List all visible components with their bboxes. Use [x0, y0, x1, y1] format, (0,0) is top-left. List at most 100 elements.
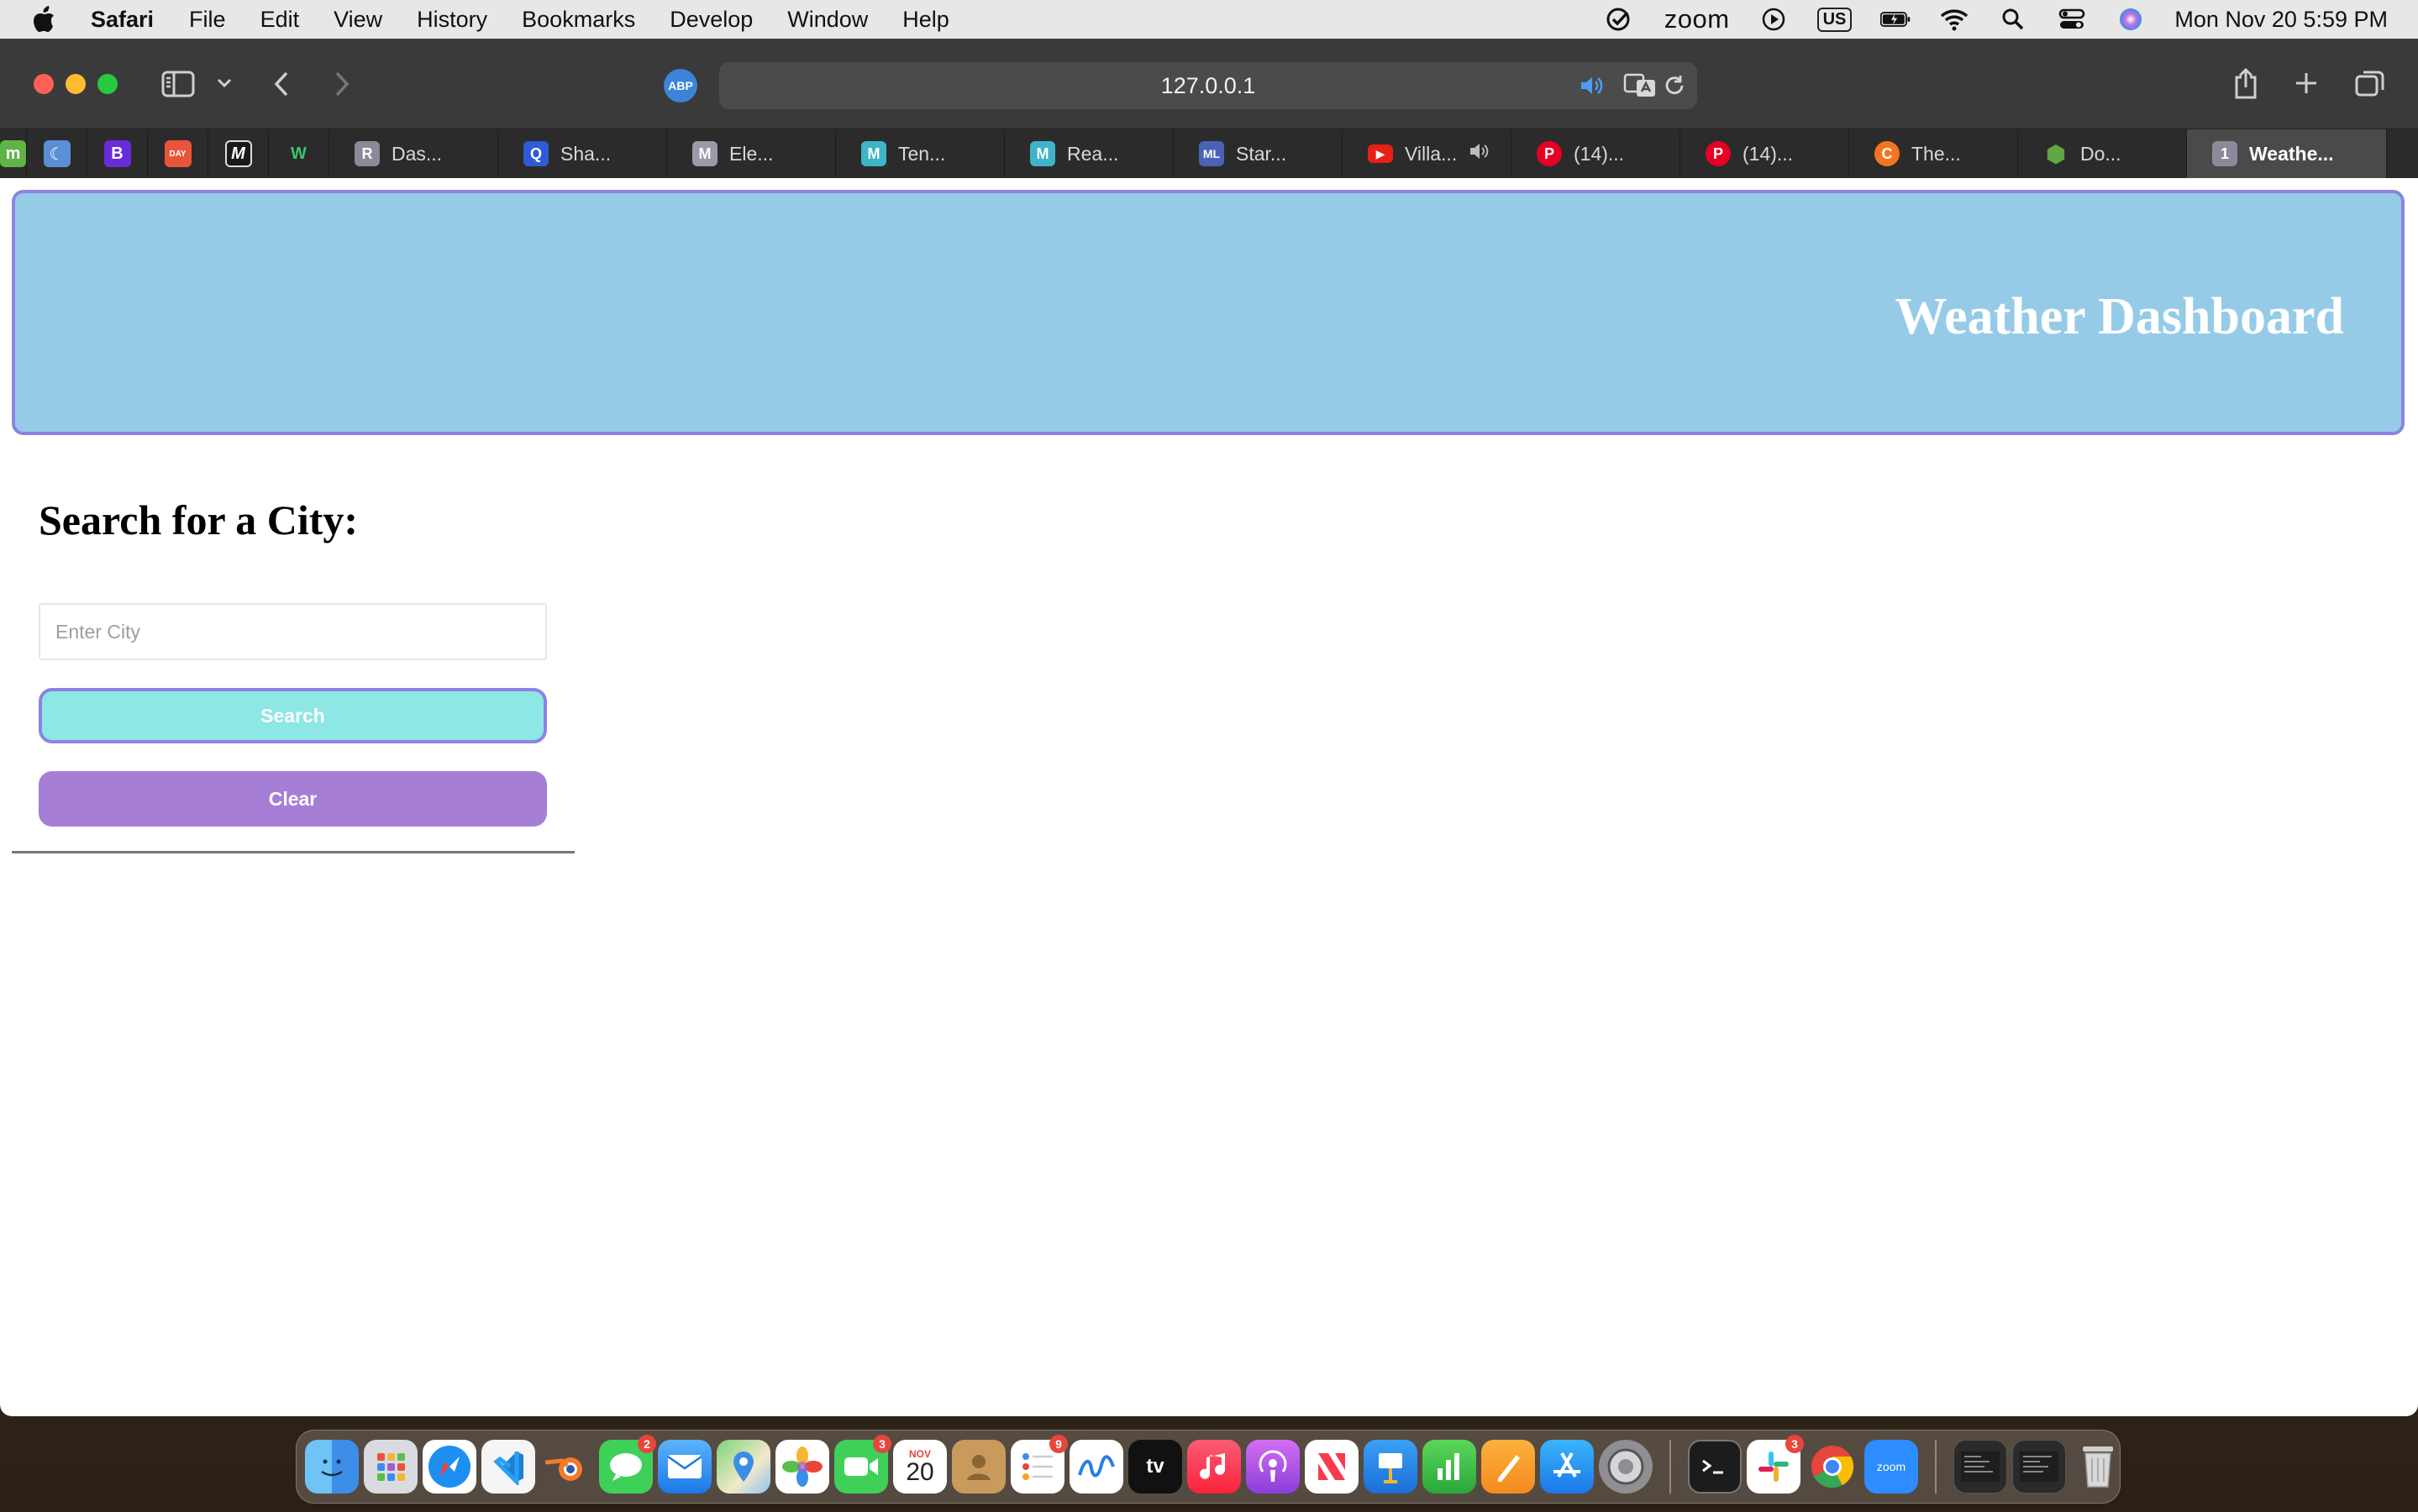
forward-chevron-icon[interactable] [329, 69, 355, 99]
music-icon[interactable] [1187, 1440, 1241, 1494]
search-button[interactable]: Search [39, 688, 547, 743]
tab-favicon-icon: ML [1199, 141, 1224, 166]
city-search-input[interactable] [39, 603, 547, 660]
translate-icon[interactable] [1623, 72, 1657, 99]
browser-tab[interactable]: P (14)... [1511, 129, 1680, 178]
menubar-status-area: zoom US Mon Nov 20 5:59 PM [1606, 0, 2388, 39]
browser-tab[interactable]: M Ele... [667, 129, 836, 178]
menu-edit[interactable]: Edit [260, 7, 300, 33]
maps-icon[interactable] [717, 1440, 770, 1494]
tab-title: Das... [392, 142, 443, 165]
checkmark-badge-icon[interactable] [1606, 7, 1636, 32]
menu-history[interactable]: History [417, 7, 487, 33]
wifi-icon[interactable] [1939, 7, 1969, 32]
tab-group-chevron-down-icon[interactable] [215, 74, 234, 92]
photos-icon[interactable] [775, 1440, 829, 1494]
address-bar[interactable]: 127.0.0.1 [719, 62, 1697, 109]
control-center-icon[interactable] [2057, 7, 2087, 32]
messages-icon[interactable]: 2 [599, 1435, 656, 1494]
clear-button[interactable]: Clear [39, 771, 547, 827]
browser-tab[interactable]: ▶ Villa... [1343, 129, 1511, 178]
window-fullscreen-button[interactable] [97, 74, 118, 94]
browser-tab[interactable]: C The... [1849, 129, 2018, 178]
apple-tv-icon[interactable]: tv [1128, 1440, 1182, 1494]
new-tab-plus-icon[interactable] [2292, 69, 2321, 97]
pinned-tab-6[interactable]: W [269, 129, 329, 178]
browser-toolbar: ABP 127.0.0.1 [0, 39, 2418, 129]
mail-icon[interactable] [658, 1440, 712, 1494]
adblock-plus-icon[interactable]: ABP [664, 69, 697, 102]
vscode-icon[interactable] [481, 1440, 535, 1494]
podcasts-icon[interactable] [1246, 1440, 1300, 1494]
numbers-icon[interactable] [1422, 1440, 1476, 1494]
pinned-tab-2[interactable]: ☾ [27, 129, 87, 178]
trash-icon[interactable] [2071, 1440, 2125, 1494]
tab-overview-icon[interactable] [2354, 67, 2386, 99]
browser-tab[interactable]: P (14)... [1680, 129, 1849, 178]
browser-tab[interactable]: ⬢ Do... [2018, 129, 2187, 178]
browser-tab[interactable]: M Rea... [1005, 129, 1174, 178]
news-icon[interactable] [1305, 1440, 1359, 1494]
pinned-tab-4[interactable]: DAY [148, 129, 208, 178]
tab-favicon-icon: M [1030, 141, 1055, 166]
menu-develop[interactable]: Develop [670, 7, 753, 33]
calendar-icon[interactable]: NOV 20 [893, 1440, 947, 1494]
page-header: Weather Dashboard [12, 190, 2405, 435]
apple-logo-icon[interactable] [32, 6, 55, 33]
input-source-indicator[interactable]: US [1816, 7, 1853, 32]
youtube-favicon-icon: ▶ [1368, 144, 1393, 163]
menu-help[interactable]: Help [902, 7, 949, 33]
tab-title: Ten... [898, 142, 946, 165]
browser-tab[interactable]: Q Sha... [498, 129, 667, 178]
audio-playing-icon[interactable] [1580, 74, 1605, 97]
terminal-icon[interactable] [1688, 1440, 1742, 1494]
spotlight-search-icon[interactable] [1998, 7, 2028, 32]
launchpad-icon[interactable] [364, 1440, 418, 1494]
keynote-icon[interactable] [1364, 1440, 1417, 1494]
menubar-clock[interactable]: Mon Nov 20 5:59 PM [2174, 7, 2388, 33]
menu-view[interactable]: View [334, 7, 382, 33]
window-minimize-button[interactable] [66, 74, 86, 94]
zoom-app-icon[interactable]: zoom [1864, 1440, 1918, 1494]
siri-icon[interactable] [2116, 7, 2146, 32]
slack-icon[interactable]: 3 [1747, 1435, 1804, 1494]
blender-icon[interactable] [540, 1440, 594, 1494]
browser-tab[interactable]: ML Star... [1174, 129, 1343, 178]
pinned-tab-1[interactable]: m [0, 129, 27, 178]
tab-title: Do... [2080, 142, 2121, 165]
menu-window[interactable]: Window [787, 7, 868, 33]
menu-bookmarks[interactable]: Bookmarks [522, 7, 635, 33]
reload-icon[interactable] [1662, 72, 1687, 99]
contacts-icon[interactable] [952, 1440, 1006, 1494]
freeform-icon[interactable] [1070, 1440, 1123, 1494]
battery-charging-icon[interactable] [1880, 7, 1911, 32]
menu-safari[interactable]: Safari [91, 7, 154, 33]
pages-icon[interactable] [1481, 1440, 1535, 1494]
tab-bar: m ☾ B DAY M W R Das... Q Sha... M Ele...… [0, 129, 2418, 178]
play-circle-icon[interactable] [1758, 7, 1789, 32]
minimized-window-thumbnail[interactable] [2012, 1440, 2066, 1494]
minimized-window-thumbnail[interactable] [1953, 1440, 2007, 1494]
nodejs-favicon-icon: ⬢ [2045, 140, 2067, 167]
finder-icon[interactable] [305, 1440, 359, 1494]
tab-audio-speaker-icon[interactable] [1469, 142, 1490, 165]
pinned-tab-3[interactable]: B [87, 129, 148, 178]
app-store-icon[interactable] [1540, 1440, 1594, 1494]
share-icon[interactable] [2231, 66, 2260, 101]
reminders-icon[interactable]: 9 [1011, 1435, 1068, 1494]
chrome-icon[interactable] [1806, 1440, 1859, 1494]
facetime-icon[interactable]: 3 [834, 1435, 891, 1494]
web-page: Weather Dashboard Search for a City: Sea… [0, 178, 2418, 1416]
window-close-button[interactable] [34, 74, 54, 94]
back-chevron-icon[interactable] [269, 69, 294, 99]
zoom-status-item[interactable]: zoom [1664, 4, 1730, 34]
browser-tab[interactable]: M Ten... [836, 129, 1005, 178]
browser-tab-active[interactable]: 1 Weathe... [2187, 129, 2387, 178]
dock-separator [1669, 1440, 1671, 1494]
system-settings-icon[interactable] [1599, 1440, 1653, 1494]
menu-file[interactable]: File [189, 7, 226, 33]
pinned-tab-5[interactable]: M [208, 129, 269, 178]
browser-tab[interactable]: R Das... [329, 129, 498, 178]
sidebar-toggle-icon[interactable] [161, 69, 195, 99]
safari-icon[interactable] [423, 1440, 476, 1494]
